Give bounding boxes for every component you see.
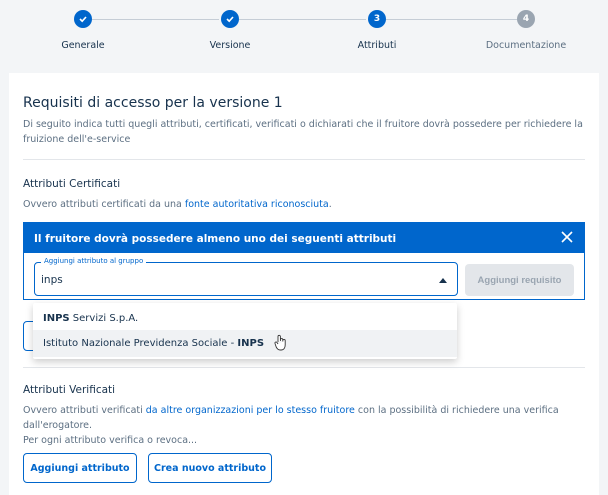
requirements-card: Requisiti di accesso per la versione 1 D… <box>9 73 599 495</box>
close-icon[interactable] <box>560 230 574 244</box>
panel-header-text: Il fruitore dovrà possedere almeno uno d… <box>34 233 397 245</box>
hand-pointer-icon <box>274 334 288 352</box>
page-title: Requisiti di accesso per la versione 1 <box>23 95 283 111</box>
divider <box>23 367 585 368</box>
page-description: Di seguito indica tutti quegli attributi… <box>23 119 583 145</box>
verified-description: Ovvero attributi verificati da altre org… <box>23 403 593 448</box>
create-attribute-button[interactable]: Crea nuovo attributo <box>148 453 272 483</box>
desc-text: . <box>328 199 332 210</box>
option-text: Servizi S.p.A. <box>69 313 139 324</box>
option-text: Istituto Nazionale Previdenza Sociale - <box>43 338 238 349</box>
step-label: Attributi <box>357 40 397 51</box>
certified-title: Attributi Certificati <box>23 178 121 190</box>
desc-text: Ovvero attributi certificati da una <box>23 199 185 210</box>
desc-text: Ovvero attributi verificati <box>23 405 146 416</box>
add-requirement-button[interactable]: Aggiungi requisito <box>465 264 574 296</box>
match-text: INPS <box>43 313 70 324</box>
other-organizations-link[interactable]: da altre organizzazioni per lo stesso fr… <box>146 405 355 416</box>
dropdown-option[interactable]: INPS Servizi S.p.A. <box>33 305 457 332</box>
check-icon <box>221 10 239 28</box>
step-connector <box>386 19 517 20</box>
verified-title: Attributi Verificati <box>23 384 116 396</box>
step-label: Documentazione <box>485 40 567 51</box>
authoritative-source-link[interactable]: fonte autoritativa riconosciuta <box>185 199 329 210</box>
caret-up-icon[interactable] <box>439 278 447 283</box>
step-label: Versione <box>209 40 251 51</box>
autocomplete-dropdown: INPS Servizi S.p.A. Istituto Nazionale P… <box>33 303 457 359</box>
attribute-group-panel: Il fruitore dovrà possedere almeno uno d… <box>23 222 585 300</box>
step-connector <box>239 19 366 20</box>
field-label: Aggiungi attributo al gruppo <box>41 257 147 265</box>
step-connector <box>92 19 219 20</box>
panel-header: Il fruitore dovrà possedere almeno uno d… <box>24 223 584 253</box>
dropdown-option[interactable]: Istituto Nazionale Previdenza Sociale - … <box>33 330 457 357</box>
check-icon <box>74 10 92 28</box>
attribute-autocomplete-input[interactable]: Aggiungi attributo al gruppo inps <box>34 257 458 296</box>
field-value: inps <box>41 274 63 286</box>
match-text: INPS <box>237 338 265 349</box>
certified-description: Ovvero attributi certificati da una font… <box>23 197 593 212</box>
step-number: 3 <box>368 10 386 28</box>
step-number: 4 <box>517 10 535 28</box>
stepper: Generale Versione 3 Attributi 4 Document… <box>0 0 608 70</box>
divider <box>23 159 585 160</box>
desc-text: Per ogni attributo verifica o revoca... <box>23 435 198 446</box>
add-attribute-button[interactable]: Aggiungi attributo <box>23 453 137 483</box>
step-label: Generale <box>61 40 105 51</box>
